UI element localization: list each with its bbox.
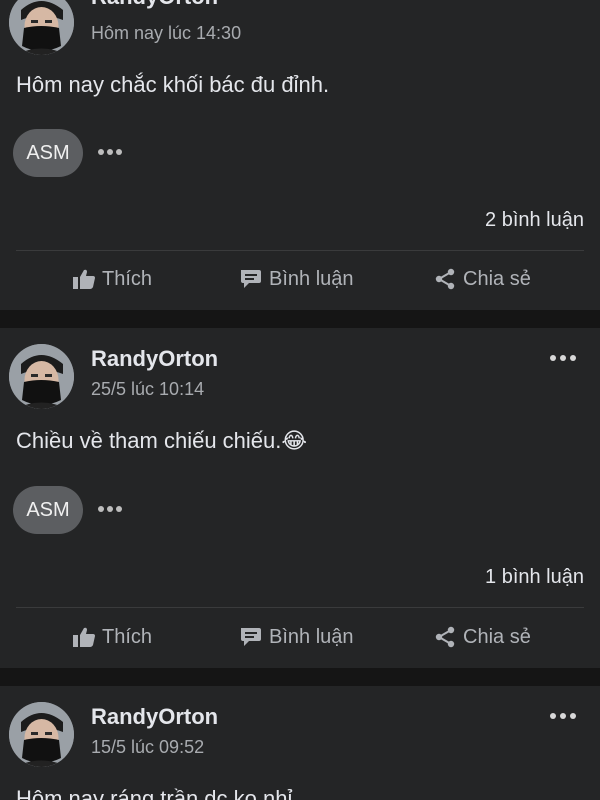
share-icon (435, 626, 455, 648)
comment-label: Bình luận (269, 625, 354, 648)
post-card: RandyOrton Hôm nay lúc 14:30 Hôm nay chắ… (0, 0, 600, 310)
divider (16, 250, 584, 251)
avatar[interactable] (9, 702, 74, 767)
post-content: Hôm nay chắc khối bác đu đỉnh. (16, 72, 330, 97)
share-label: Chia sẻ (463, 625, 531, 648)
tag-more-icon[interactable] (96, 504, 126, 514)
thumbs-up-icon (73, 627, 95, 647)
comment-button[interactable]: Bình luận (239, 622, 354, 652)
more-options-icon[interactable] (548, 711, 578, 721)
like-button[interactable]: Thích (72, 264, 152, 294)
divider (16, 607, 584, 608)
avatar[interactable] (9, 0, 74, 55)
author-name[interactable]: RandyOrton (91, 0, 218, 10)
share-icon (435, 268, 455, 290)
comment-icon (241, 270, 261, 288)
more-options-icon[interactable] (548, 353, 578, 363)
post-time: Hôm nay lúc 14:30 (91, 23, 242, 43)
avatar[interactable] (9, 344, 74, 409)
news-feed: RandyOrton Hôm nay lúc 14:30 Hôm nay chắ… (0, 0, 600, 800)
tag-more-icon[interactable] (96, 147, 126, 157)
comment-count[interactable]: 2 bình luận (485, 209, 584, 232)
post-card: RandyOrton 15/5 lúc 09:52 Hôm nay ráng t… (0, 686, 600, 800)
post-time: 15/5 lúc 09:52 (91, 737, 205, 757)
comment-label: Bình luận (269, 267, 354, 290)
like-label: Thích (102, 625, 153, 648)
share-button[interactable]: Chia sẻ (433, 264, 531, 294)
like-label: Thích (102, 267, 153, 290)
comment-icon (241, 628, 261, 646)
comment-button[interactable]: Bình luận (239, 264, 354, 294)
author-name[interactable]: RandyOrton (91, 704, 218, 730)
post-time: 25/5 lúc 10:14 (91, 379, 205, 399)
post-content: Hôm nay ráng trần dc ko nhỉ (16, 786, 293, 800)
share-button[interactable]: Chia sẻ (433, 622, 531, 652)
like-button[interactable]: Thích (72, 622, 152, 652)
thumbs-up-icon (73, 269, 95, 289)
post-card: RandyOrton 25/5 lúc 10:14 Chiều về tham … (0, 328, 600, 668)
share-label: Chia sẻ (463, 267, 531, 290)
author-name[interactable]: RandyOrton (91, 346, 218, 372)
stock-tag[interactable]: ASM (13, 486, 83, 534)
post-content: Chiều về tham chiếu chiếu.😂 (16, 428, 308, 453)
comment-count[interactable]: 1 bình luận (485, 566, 584, 589)
stock-tag[interactable]: ASM (13, 129, 83, 177)
